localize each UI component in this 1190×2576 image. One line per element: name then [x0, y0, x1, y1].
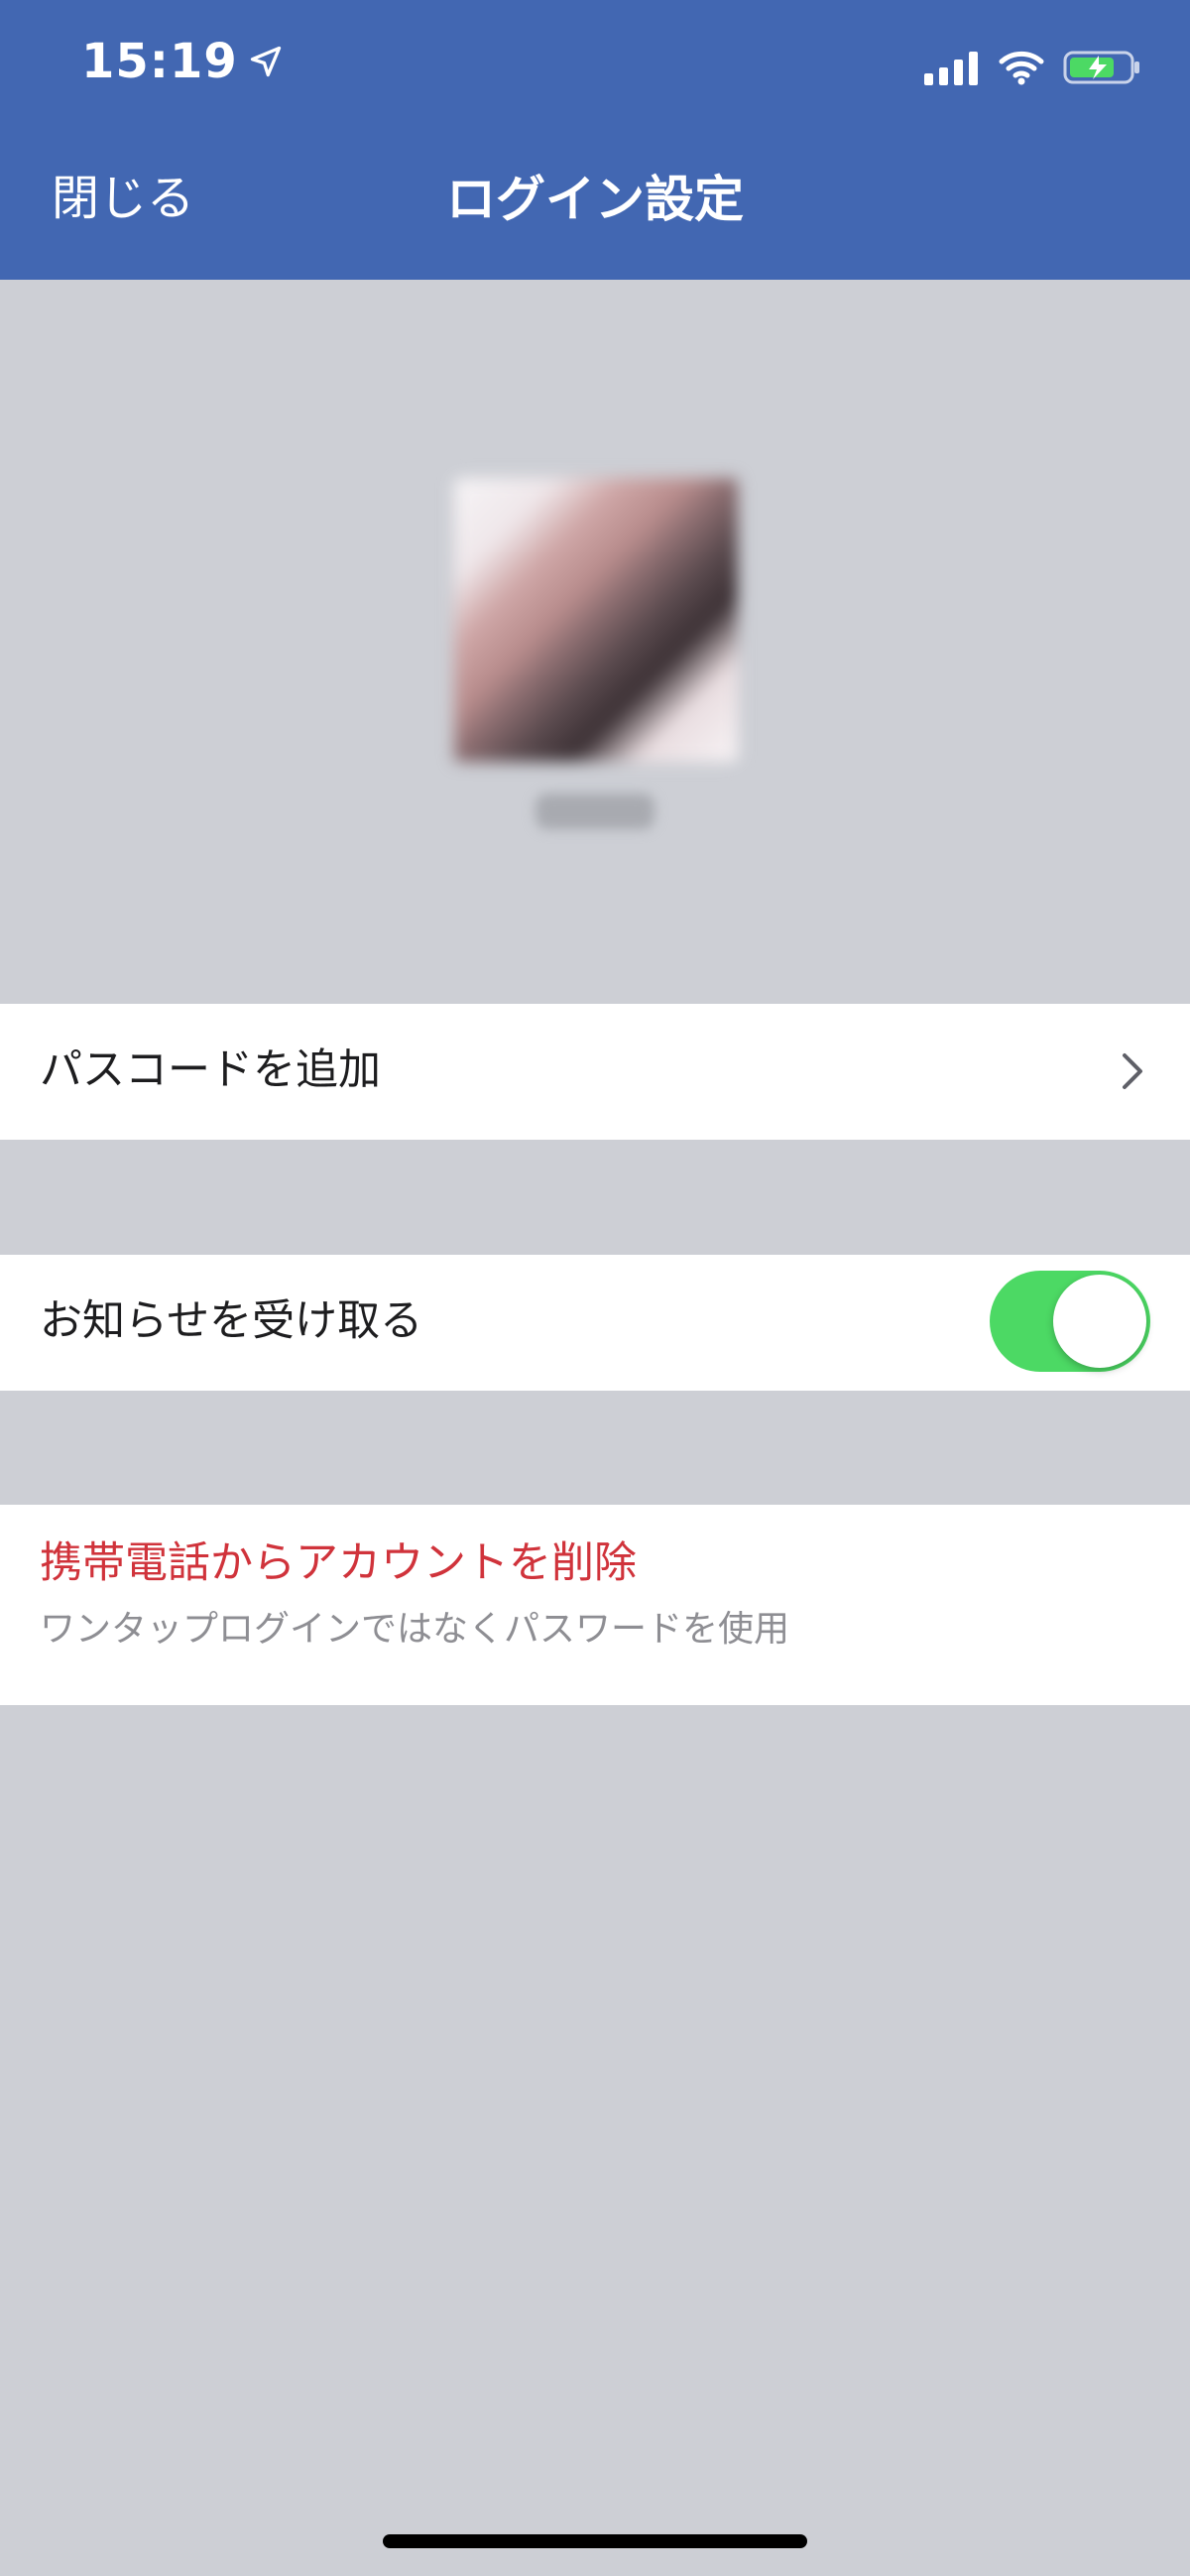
status-bar-icons: [918, 50, 1142, 85]
add-passcode-row[interactable]: パスコードを追加: [0, 1004, 1190, 1140]
remove-account-subtitle: ワンタップログインではなくパスワードを使用: [40, 1609, 790, 1650]
add-passcode-label: パスコードを追加: [40, 1045, 381, 1095]
status-bar-time: 15:19: [81, 34, 284, 89]
home-indicator[interactable]: [383, 2534, 807, 2548]
battery-charging-icon: [1063, 51, 1139, 84]
location-arrow-icon: [250, 46, 281, 77]
page-title: ログイン設定: [446, 171, 744, 228]
profile-name-blurred: [536, 794, 654, 829]
chevron-right-icon: [1123, 1053, 1142, 1089]
profile-photo: [454, 478, 738, 762]
wifi-icon: [999, 51, 1044, 85]
toggle-knob: [1053, 1275, 1146, 1368]
cellular-signal-icon: [918, 50, 978, 85]
notifications-toggle[interactable]: [990, 1271, 1150, 1372]
notifications-label: お知らせを受け取る: [40, 1296, 423, 1346]
navigation-header: 15:19 閉じる ログイン設定: [0, 0, 1190, 280]
remove-account-row[interactable]: 携帯電話からアカウントを削除 ワンタップログインではなくパスワードを使用: [0, 1505, 1190, 1705]
notifications-row: お知らせを受け取る: [0, 1255, 1190, 1391]
remove-account-title: 携帯電話からアカウントを削除: [40, 1538, 637, 1588]
